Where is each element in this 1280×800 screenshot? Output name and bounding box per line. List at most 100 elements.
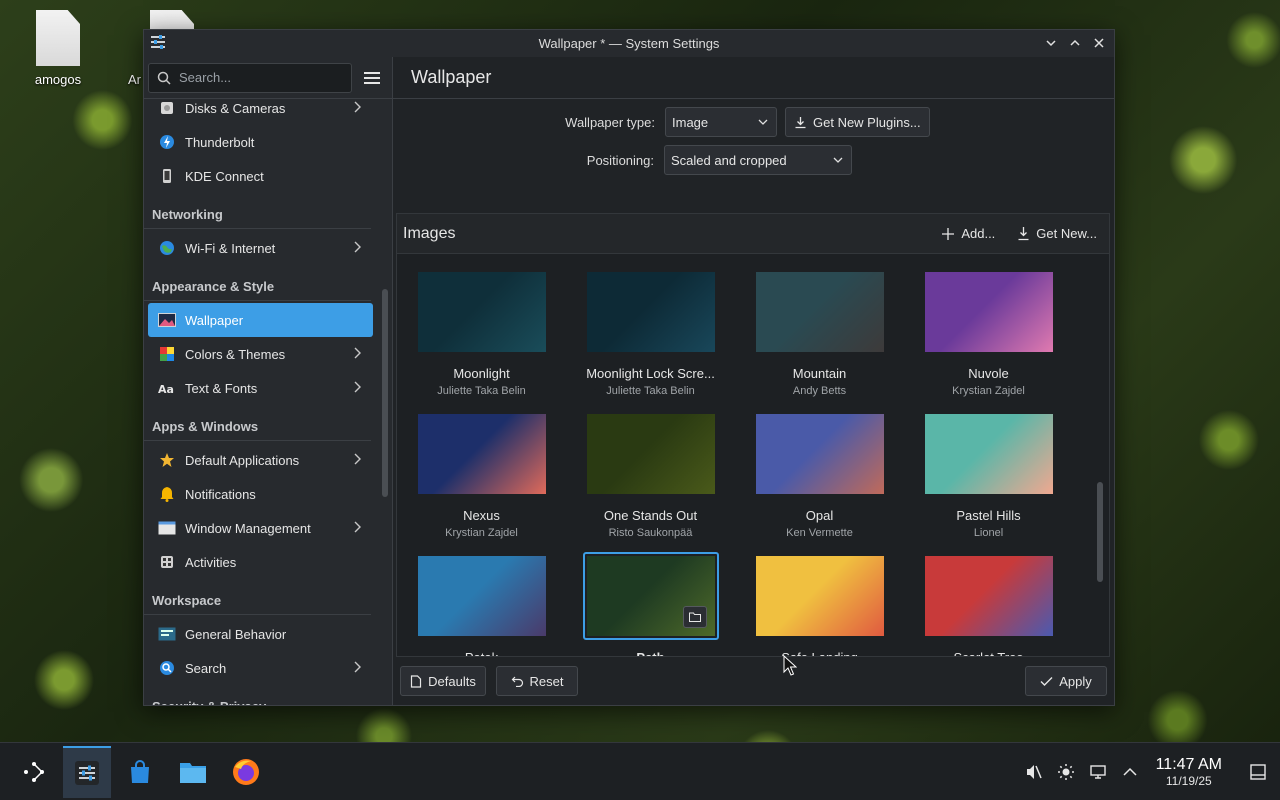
wallpaper-tile[interactable]: Nexus Krystian Zajdel: [397, 396, 566, 539]
minimize-button[interactable]: [1042, 34, 1060, 52]
sidebar-item-search[interactable]: Search: [148, 651, 373, 685]
desktop-icon-label: amogos: [34, 72, 82, 87]
defaults-label: Defaults: [428, 673, 476, 689]
disk-icon: [157, 98, 177, 118]
document-icon: [411, 674, 422, 688]
sidebar-item-wi-fi-internet[interactable]: Wi-Fi & Internet: [148, 231, 373, 265]
search-input[interactable]: [179, 70, 349, 85]
clock[interactable]: 11:47 AM 11/19/25: [1156, 756, 1222, 788]
close-icon: [1094, 38, 1104, 48]
show-hidden-icons-button[interactable]: [1120, 762, 1140, 782]
add-label: Add...: [961, 226, 996, 241]
hamburger-icon: [364, 71, 380, 84]
sidebar-item-text-fonts[interactable]: Aa Text & Fonts: [148, 371, 373, 405]
network-icon[interactable]: [1088, 762, 1108, 782]
sidebar-item-colors-themes[interactable]: Colors & Themes: [148, 337, 373, 371]
svg-text:Aa: Aa: [158, 383, 174, 395]
wallpaper-tile[interactable]: Moonlight Lock Scre... Juliette Taka Beli…: [566, 254, 735, 397]
wallpaper-name: One Stands Out: [603, 508, 698, 523]
sidebar-item-activities[interactable]: Activities: [148, 545, 373, 579]
sidebar-item-notifications[interactable]: Notifications: [148, 477, 373, 511]
check-icon: [1040, 676, 1053, 686]
file-manager-task[interactable]: [169, 746, 217, 798]
star-icon: [157, 450, 177, 470]
positioning-select[interactable]: Scaled and cropped: [664, 145, 852, 175]
get-new-button[interactable]: Get New...: [1017, 226, 1097, 241]
reset-button[interactable]: Reset: [496, 666, 578, 696]
wallpaper-thumbnail: [925, 414, 1053, 494]
wallpaper-icon: [157, 310, 177, 330]
wallpaper-type-select[interactable]: Image: [665, 107, 777, 137]
wallpaper-thumbnail: [756, 556, 884, 636]
app-launcher-button[interactable]: [10, 746, 58, 798]
activities-icon: [157, 552, 177, 572]
sidebar-item-default-applications[interactable]: Default Applications: [148, 443, 373, 477]
close-button[interactable]: [1090, 34, 1108, 52]
chevron-right-icon: [353, 241, 365, 256]
wallpaper-tile[interactable]: Moonlight Juliette Taka Belin: [397, 254, 566, 397]
footer-bar: Defaults Reset Apply: [393, 657, 1114, 705]
wallpaper-thumbnail: [587, 272, 715, 352]
plus-icon: [942, 227, 955, 240]
wallpaper-tile[interactable]: Scarlet Treeaxo1otl: [904, 538, 1073, 656]
sidebar-item-wallpaper[interactable]: Wallpaper: [148, 303, 373, 337]
search-field[interactable]: [148, 62, 352, 93]
wallpaper-name: Nexus: [463, 508, 500, 523]
wallpaper-tile[interactable]: Mountain Andy Betts: [735, 254, 904, 397]
sidebar-item-label: Search: [185, 660, 227, 676]
wallpaper-name: Scarlet Tree: [904, 650, 1073, 656]
chevron-down-icon: [758, 119, 768, 125]
apply-label: Apply: [1059, 673, 1092, 689]
sidebar-category-appearance-style: Appearance & Style: [144, 265, 371, 301]
wallpaper-grid-scrollbar[interactable]: [1097, 482, 1103, 582]
wallpaper-tile[interactable]: PathRisto Saukonpää: [566, 538, 735, 656]
menu-button[interactable]: [358, 64, 386, 92]
firefox-task[interactable]: [222, 746, 270, 798]
open-folder-button[interactable]: [683, 606, 707, 628]
discover-store-task[interactable]: [116, 746, 164, 798]
sidebar-scrollbar[interactable]: [382, 289, 388, 497]
undo-icon: [511, 676, 523, 687]
brightness-icon[interactable]: [1056, 762, 1076, 782]
chevron-right-icon: [353, 347, 365, 362]
thunderbolt-icon: [157, 132, 177, 152]
download-icon: [795, 116, 806, 128]
sidebar-item-thunderbolt[interactable]: Thunderbolt: [148, 125, 373, 159]
download-icon: [1018, 227, 1029, 241]
sidebar-item-window-management[interactable]: Window Management: [148, 511, 373, 545]
wallpaper-thumbnail: [756, 414, 884, 494]
sidebar-item-kde-connect[interactable]: KDE Connect: [148, 159, 373, 193]
reset-label: Reset: [529, 673, 564, 689]
desktop-icon-amogos[interactable]: amogos: [26, 10, 90, 87]
sidebar-category-networking: Networking: [144, 193, 371, 229]
apply-button[interactable]: Apply: [1025, 666, 1107, 696]
maximize-button[interactable]: [1066, 34, 1084, 52]
wallpaper-name: Opal: [805, 508, 834, 523]
wallpaper-name: Safe Landing: [735, 650, 904, 656]
wallpaper-tile[interactable]: Nuvole Krystian Zajdel: [904, 254, 1073, 397]
wallpaper-tile[interactable]: Opal Ken Vermette: [735, 396, 904, 539]
wallpaper-thumbnail: [587, 414, 715, 494]
document-icon: [36, 10, 80, 66]
sidebar-item-disks-cameras[interactable]: Disks & Cameras: [148, 91, 373, 125]
wallpaper-tile[interactable]: PatakÁron Kovács: [397, 538, 566, 656]
chevron-up-icon: [1123, 767, 1137, 776]
title-bar[interactable]: Wallpaper * — System Settings: [144, 30, 1114, 57]
show-desktop-button[interactable]: [1248, 762, 1268, 782]
wallpaper-tile[interactable]: One Stands Out Risto Saukonpää: [566, 396, 735, 539]
chevron-right-icon: [353, 453, 365, 468]
volume-muted-icon[interactable]: [1024, 762, 1044, 782]
wallpaper-tile[interactable]: Pastel Hills Lionel: [904, 396, 1073, 539]
get-new-plugins-button[interactable]: Get New Plugins...: [785, 107, 930, 137]
settings-app-icon: [75, 760, 99, 785]
wallpaper-tile[interactable]: Safe LandingLouis Durrant: [735, 538, 904, 656]
sidebar-item-label: Notifications: [185, 486, 256, 502]
settings-app-icon: [151, 35, 165, 49]
folder-icon: [180, 762, 206, 783]
chevron-down-icon: [1046, 40, 1056, 47]
add-button[interactable]: Add...: [941, 226, 995, 241]
defaults-button[interactable]: Defaults: [400, 666, 486, 696]
wallpaper-name: Path: [566, 650, 735, 656]
system-settings-task[interactable]: [63, 745, 111, 798]
sidebar-item-general-behavior[interactable]: General Behavior: [148, 617, 373, 651]
